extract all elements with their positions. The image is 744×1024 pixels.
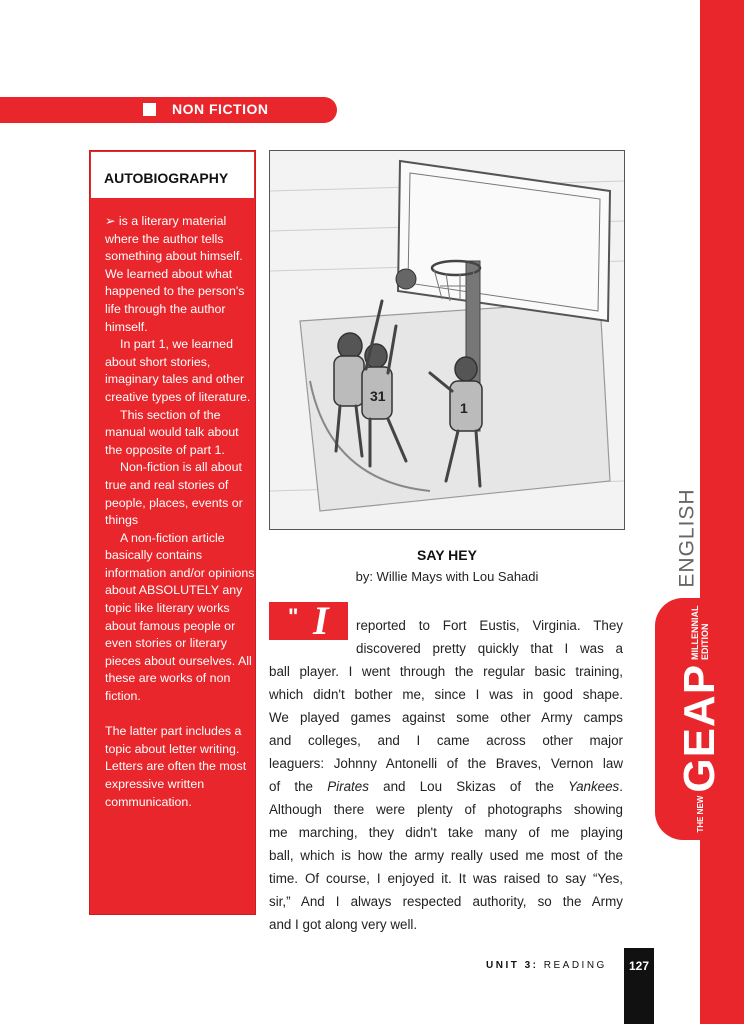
- drop-cap-quote: ": [288, 604, 299, 629]
- geap-edition-line2: EDITION: [699, 623, 710, 660]
- square-icon: [143, 103, 156, 116]
- story-line: We played games against some other Army …: [269, 710, 623, 725]
- page-number: 127: [628, 959, 650, 973]
- svg-text:31: 31: [370, 388, 386, 404]
- geap-side-tab: THE NEW GEAP MILLENNIAL EDITION: [655, 598, 744, 840]
- story-line: and I got along very well.: [269, 917, 418, 932]
- story-line: reported to Fort Eustis, Virginia. They: [356, 618, 623, 633]
- story-line: discovered pretty quickly that I was a: [356, 641, 623, 656]
- page-number-box: 127: [624, 948, 654, 1024]
- subject-label: ENGLISH: [676, 488, 700, 588]
- sidebar-paragraph: Non-fiction is all about true and real s…: [105, 460, 243, 528]
- drop-cap-letter: I: [313, 598, 329, 643]
- story-line: ball, which is how the army really used …: [269, 848, 623, 863]
- sidebar-paragraph: This section of the manual would talk ab…: [105, 407, 239, 457]
- story-line: and colleges, and I came across other ma…: [269, 733, 623, 748]
- sidebar-title: AUTOBIOGRAPHY: [104, 170, 229, 186]
- footer-unit-number: UNIT 3:: [486, 960, 539, 971]
- story-byline: by: Willie Mays with Lou Sahadi: [355, 569, 539, 584]
- sidebar-body: ➢ is a literary material where the autho…: [105, 213, 255, 811]
- geap-the-new: THE NEW: [695, 795, 704, 833]
- sidebar-paragraph: ➢ is a literary material where the autho…: [105, 214, 245, 334]
- story-line: ball player. I went through the regular …: [269, 664, 623, 679]
- sidebar-paragraph: A non-fiction article basically contains…: [105, 530, 255, 704]
- story-line: sir,” And I always respected authority, …: [269, 894, 623, 909]
- autobiography-sidebar: AUTOBIOGRAPHY ➢ is a literary material w…: [89, 150, 256, 915]
- story-line: which didn't bother me, since I was in g…: [269, 687, 623, 702]
- geap-brand: GEAP: [674, 663, 724, 793]
- right-edge-strip: [700, 0, 744, 1024]
- svg-text:1: 1: [460, 400, 468, 416]
- story-line: time. Of course, I enjoyed it. It was ra…: [269, 871, 623, 886]
- basketball-illustration: 31 1: [269, 150, 625, 530]
- section-label: NON FICTION: [172, 101, 269, 117]
- basketball-sketch-icon: 31 1: [269, 151, 625, 529]
- section-banner: NON FICTION: [0, 97, 337, 123]
- story-line: leaguers: Johnny Antonelli of the Braves…: [269, 756, 623, 771]
- drop-cap: " I: [269, 598, 348, 643]
- story-line: Although there were plenty of photograph…: [269, 802, 623, 817]
- geap-edition-line1: MILLENNIAL: [689, 605, 700, 660]
- sidebar-paragraph: In part 1, we learned about short storie…: [105, 337, 251, 404]
- story-line-text: of the Pirates and Lou Skizas of the Yan…: [269, 779, 623, 794]
- footer-unit-name: READING: [538, 960, 607, 971]
- sidebar-paragraph: The latter part includes a topic about l…: [105, 724, 247, 809]
- story-line-with-teams: of the Pirates and Lou Skizas of the Yan…: [269, 779, 623, 794]
- story-line: me marching, they didn't take many of me…: [269, 825, 623, 840]
- footer-unit: UNIT 3: READING: [486, 960, 607, 971]
- sidebar-header: AUTOBIOGRAPHY: [90, 151, 255, 199]
- story-title: SAY HEY: [417, 547, 477, 563]
